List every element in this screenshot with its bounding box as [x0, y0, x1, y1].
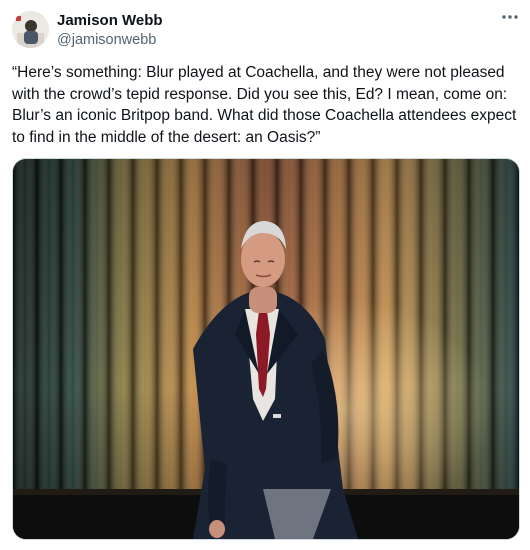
tweet-card: Jamison Webb @jamisonwebb “Here’s someth…	[0, 0, 530, 550]
author-handle[interactable]: @jamisonwebb	[57, 31, 156, 49]
author-display-name[interactable]: Jamison Webb	[57, 11, 163, 30]
person-avatar-icon	[12, 11, 49, 48]
tweet-text: “Here’s something: Blur played at Coache…	[12, 64, 521, 146]
ellipsis-icon	[502, 15, 518, 19]
author-avatar[interactable]	[12, 11, 49, 48]
tweet-media-photo[interactable]	[12, 158, 520, 540]
more-options-button[interactable]	[500, 10, 520, 24]
photo-man-in-front-of-curtain	[13, 159, 519, 539]
